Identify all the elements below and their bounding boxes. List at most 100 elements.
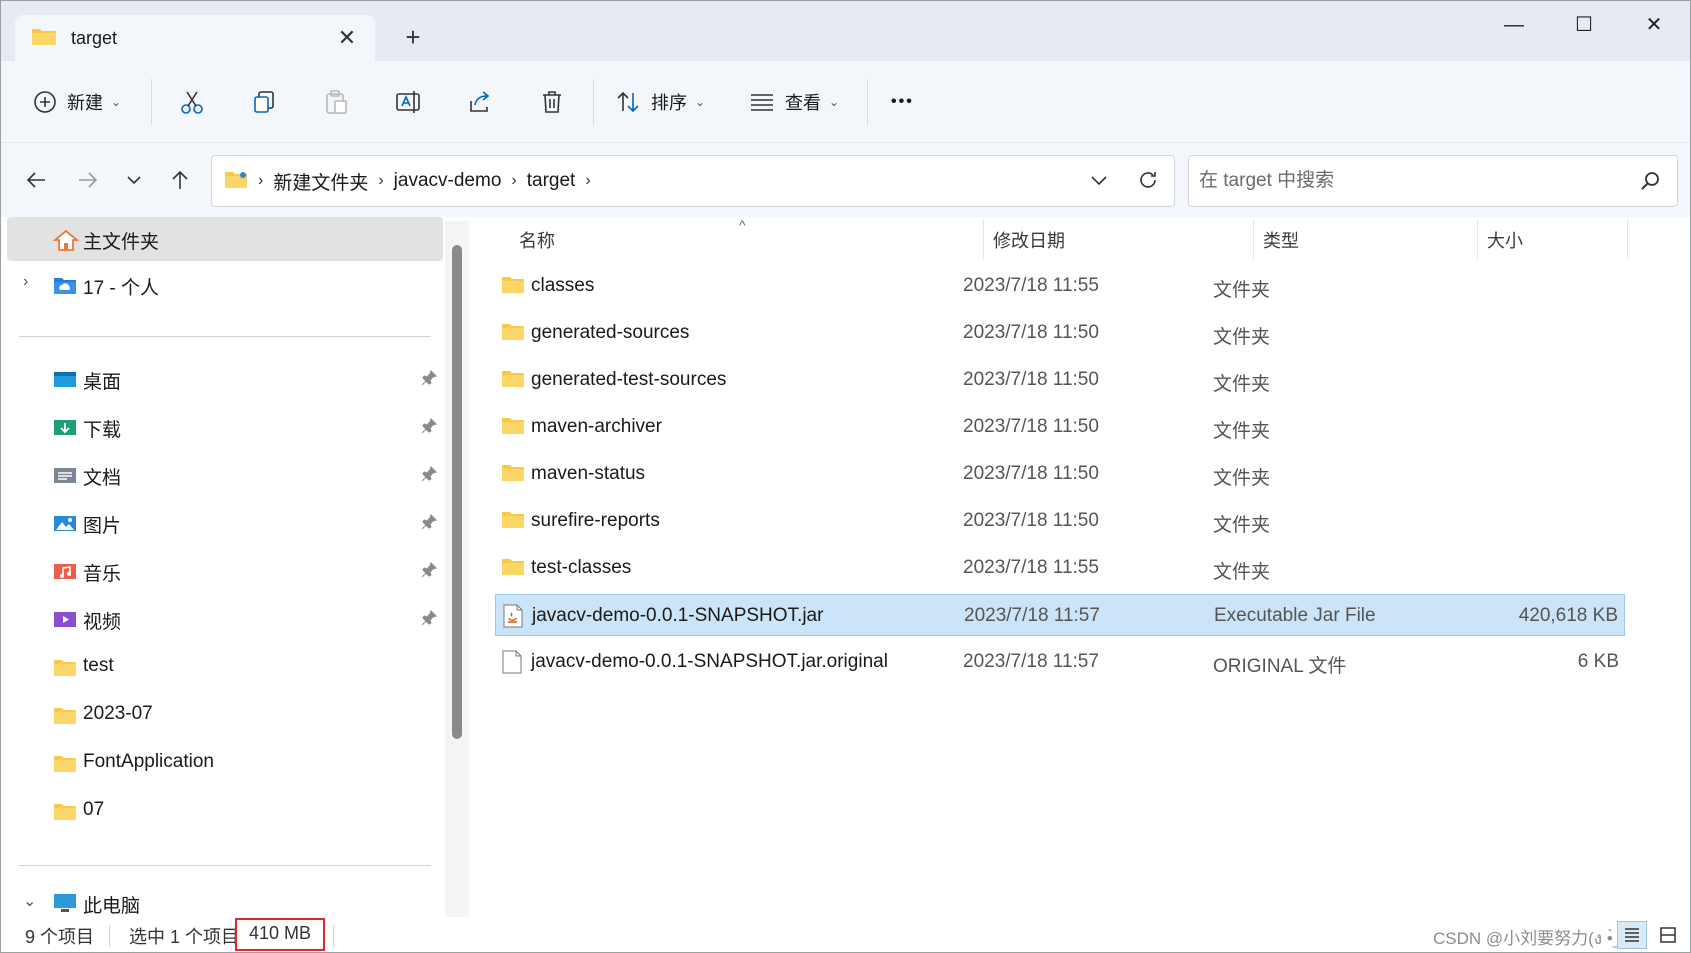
share-icon: [467, 89, 493, 115]
column-header-size[interactable]: 大小: [1487, 227, 1523, 253]
pin-icon[interactable]: [421, 370, 437, 392]
sidebar-scrollbar-thumb[interactable]: [452, 245, 462, 739]
file-row[interactable]: maven-status 2023/7/18 11:50 文件夹: [495, 453, 1625, 495]
rename-icon: [395, 89, 423, 115]
file-row[interactable]: maven-archiver 2023/7/18 11:50 文件夹: [495, 406, 1625, 448]
watermark-text: CSDN @小刘要努力(ง •̀_•́)ง: [1433, 929, 1643, 948]
sidebar-item-downloads[interactable]: 下载: [7, 405, 443, 449]
more-button[interactable]: •••: [891, 83, 914, 121]
sidebar-item-documents[interactable]: 文档: [7, 453, 443, 497]
sidebar-item-07[interactable]: 07: [7, 789, 443, 833]
close-tab-icon[interactable]: ✕: [335, 26, 359, 50]
file-row[interactable]: test-classes 2023/7/18 11:55 文件夹: [495, 547, 1625, 589]
close-window-button[interactable]: ✕: [1631, 11, 1677, 39]
minimize-button[interactable]: —: [1491, 11, 1537, 39]
new-tab-button[interactable]: +: [399, 23, 427, 51]
file-size: 420,618 KB: [1518, 605, 1618, 626]
view-icon: [749, 89, 775, 115]
sidebar-item-onedrive[interactable]: › 17 - 个人: [7, 263, 443, 307]
breadcrumb-item[interactable]: javacv-demo: [394, 170, 502, 192]
folder-icon: [224, 169, 248, 194]
jar-file-icon: [502, 604, 524, 634]
video-icon: [53, 609, 77, 635]
arrow-up-icon: [172, 170, 188, 189]
sidebar-item-test[interactable]: test: [7, 645, 443, 689]
sort-button[interactable]: 排序 ⌄: [615, 83, 705, 121]
breadcrumb-item[interactable]: target: [527, 170, 576, 192]
address-history-dropdown[interactable]: [1088, 169, 1110, 196]
new-button[interactable]: 新建 ⌄: [33, 83, 121, 121]
delete-button[interactable]: [539, 83, 565, 121]
file-row[interactable]: surefire-reports 2023/7/18 11:50 文件夹: [495, 500, 1625, 542]
status-divider: [109, 925, 110, 947]
view-button[interactable]: 查看 ⌄: [749, 83, 839, 121]
more-icon: •••: [891, 93, 914, 110]
refresh-button[interactable]: [1136, 168, 1160, 197]
pin-icon[interactable]: [421, 514, 437, 536]
column-header-date[interactable]: 修改日期: [993, 227, 1065, 253]
column-header-name[interactable]: 名称: [519, 227, 555, 253]
file-row[interactable]: generated-sources 2023/7/18 11:50 文件夹: [495, 312, 1625, 354]
paste-button[interactable]: [323, 83, 349, 121]
sidebar-item-music[interactable]: 音乐: [7, 549, 443, 593]
sort-label: 排序: [651, 93, 687, 113]
file-size: 6 KB: [1577, 651, 1619, 672]
tiles-view-icon: [1660, 927, 1676, 943]
sidebar-item-desktop[interactable]: 桌面: [7, 357, 443, 401]
column-header-type[interactable]: 类型: [1263, 227, 1299, 253]
sidebar-item-label: FontApplication: [83, 751, 214, 772]
toolbar-divider: [151, 79, 152, 125]
file-row[interactable]: javacv-demo-0.0.1-SNAPSHOT.jar.original …: [495, 641, 1625, 683]
sidebar-item-pictures[interactable]: 图片: [7, 501, 443, 545]
file-date: 2023/7/18 11:50: [963, 510, 1099, 531]
column-divider[interactable]: [1627, 219, 1628, 259]
tab-target[interactable]: target ✕: [15, 15, 375, 61]
column-divider[interactable]: [1253, 219, 1254, 259]
sidebar-item-home[interactable]: 主文件夹: [7, 217, 443, 261]
folder-icon: [501, 509, 525, 535]
file-row-selected[interactable]: javacv-demo-0.0.1-SNAPSHOT.jar 2023/7/18…: [495, 594, 1625, 636]
pin-icon[interactable]: [421, 418, 437, 440]
pin-icon[interactable]: [421, 610, 437, 632]
cut-button[interactable]: [179, 83, 205, 121]
sidebar-item-2023-07[interactable]: 2023-07: [7, 693, 443, 737]
column-divider[interactable]: [1477, 219, 1478, 259]
up-button[interactable]: [163, 163, 197, 197]
address-bar[interactable]: › 新建文件夹 › javacv-demo › target ›: [211, 155, 1175, 207]
pin-icon[interactable]: [421, 562, 437, 584]
pin-icon[interactable]: [421, 466, 437, 488]
chevron-down-icon[interactable]: ⌄: [23, 891, 36, 911]
search-input[interactable]: [1199, 168, 1619, 194]
back-button[interactable]: [19, 163, 53, 197]
copy-icon: [251, 89, 277, 115]
tiles-view-button[interactable]: [1653, 921, 1683, 949]
breadcrumb-item[interactable]: 新建文件夹: [273, 168, 368, 195]
document-icon: [53, 465, 77, 491]
file-row[interactable]: classes 2023/7/18 11:55 文件夹: [495, 265, 1625, 307]
sidebar-item-videos[interactable]: 视频: [7, 597, 443, 641]
sidebar-item-this-pc[interactable]: ⌄ 此电脑: [7, 887, 443, 917]
delete-icon: [539, 89, 565, 115]
chevron-right-icon[interactable]: ›: [23, 273, 28, 291]
file-row[interactable]: generated-test-sources 2023/7/18 11:50 文…: [495, 359, 1625, 401]
file-icon: [501, 650, 523, 680]
rename-button[interactable]: [395, 83, 423, 121]
file-name: javacv-demo-0.0.1-SNAPSHOT.jar.original: [531, 651, 888, 672]
cut-icon: [179, 89, 205, 115]
file-name: maven-status: [531, 463, 646, 484]
search-box[interactable]: [1188, 155, 1678, 207]
recent-locations-button[interactable]: [117, 163, 151, 197]
sort-ascending-icon: ^: [739, 217, 746, 233]
maximize-button[interactable]: ☐: [1561, 11, 1607, 39]
search-icon[interactable]: [1639, 170, 1661, 197]
column-divider[interactable]: [983, 219, 984, 259]
navigation-bar: › 新建文件夹 › javacv-demo › target ›: [1, 143, 1690, 217]
file-date: 2023/7/18 11:57: [963, 651, 1099, 672]
details-view-button[interactable]: [1617, 921, 1647, 949]
share-button[interactable]: [467, 83, 493, 121]
sidebar-divider: [19, 865, 431, 866]
copy-button[interactable]: [251, 83, 277, 121]
sidebar-item-fontapplication[interactable]: FontApplication: [7, 741, 443, 785]
sidebar-item-label: 主文件夹: [83, 232, 160, 253]
forward-button[interactable]: [71, 163, 105, 197]
